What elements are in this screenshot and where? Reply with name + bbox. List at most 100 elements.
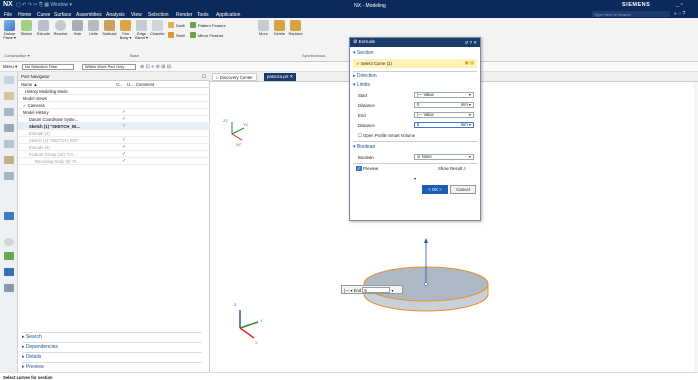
analysis-icon[interactable] [4, 268, 14, 276]
replace-face-button[interactable]: Replace [288, 20, 303, 36]
hole-button[interactable]: Hole [70, 20, 85, 36]
more-options-chevron[interactable]: ▾ [414, 176, 416, 181]
tab-application[interactable]: Application [216, 12, 240, 18]
boolean-group-header[interactable]: ▾ Boolean [353, 144, 375, 150]
more-button[interactable]: More [256, 20, 271, 36]
assembly-navigator-icon[interactable] [4, 92, 14, 100]
tree-node[interactable]: Model History ✓ [18, 109, 210, 116]
tab-view[interactable]: View [131, 12, 142, 18]
direction-group-header[interactable]: ▸ Direction [353, 73, 377, 79]
tab-tools[interactable]: Tools [197, 12, 209, 18]
group-base: Base [130, 53, 140, 58]
column-name[interactable]: Name ▲ [21, 82, 37, 87]
tree-node[interactable]: Sketch (1) "SKETCH_00... ✓ [18, 123, 210, 130]
section-details[interactable]: ▸ Details [22, 352, 202, 361]
show-result-button[interactable]: Show Result ⌕ [438, 166, 466, 171]
tree-node[interactable]: Extrude (4) ✓ [18, 144, 210, 151]
preview-checkbox[interactable]: ✓ Preview [356, 166, 378, 172]
subtract-button[interactable]: Subtract [102, 20, 117, 36]
select-curve-row[interactable]: ✓ Select Curve (1) ▣ ▤ [353, 59, 477, 68]
tab-assemblies[interactable]: Assemblies [76, 12, 102, 18]
datum-plane-button[interactable]: Datum Plane ▾ [2, 20, 17, 40]
x-axis-label: X [255, 340, 258, 345]
command-search-input[interactable]: Type Here to Search [592, 11, 670, 17]
draft-button[interactable]: Draft [168, 22, 185, 28]
section-search[interactable]: ▸ Search [22, 332, 202, 341]
trim-body-button[interactable]: Trim Body ▾ [118, 20, 133, 40]
process-studio-icon[interactable] [4, 252, 14, 260]
onscreen-end-type[interactable]: |— ▾ [344, 288, 353, 293]
menu-button[interactable]: Menu ▾ [3, 64, 17, 70]
dialog-titlebar[interactable]: ⚙ Extrude ↺ ? ✕ [350, 38, 480, 47]
group-construction[interactable]: Construction ▾ [4, 53, 30, 58]
tree-node[interactable]: Datum Coordinate Syste... ✓ [18, 116, 210, 123]
tab-discovery-center[interactable]: ⌂ Discovery Center [212, 73, 257, 81]
section-group-header[interactable]: ▾ Section [353, 50, 374, 56]
tab-curve[interactable]: Curve [37, 12, 50, 18]
column-comment[interactable]: Comment [136, 82, 154, 87]
limits-group-header[interactable]: ▾ Limits [353, 82, 370, 88]
column-current[interactable]: C... [116, 82, 123, 87]
mirror-feature-button[interactable]: Mirror Feature [190, 32, 223, 38]
datum-plane-icon [4, 20, 15, 31]
tree-node[interactable]: History Modeling Mode [18, 88, 210, 95]
start-distance-input[interactable]: 0 mm ▾ [414, 102, 474, 108]
shell-button[interactable]: Shell [168, 32, 185, 38]
tree-node[interactable]: Revolving Body (8) "R... ✓ [18, 158, 210, 165]
tab-render[interactable]: Render [176, 12, 192, 18]
start-dropdown[interactable]: |— Value ▾ [414, 92, 474, 98]
tree-node[interactable]: Sketch (3) "SKETCH_001" ✓ [18, 137, 210, 144]
tab-analysis[interactable]: Analysis [106, 12, 125, 18]
tree-node[interactable]: ✓ Cameras [18, 102, 210, 109]
section-preview[interactable]: ▸ Preview [22, 362, 202, 371]
onscreen-end-value[interactable]: 5 [362, 287, 391, 293]
tree-node-label: Revolving Body (8) "R... [35, 159, 80, 164]
open-profile-checkbox[interactable]: ☐ Open Profile Smart Volume [358, 133, 415, 139]
roles-icon[interactable] [4, 156, 14, 164]
reuse-library-icon[interactable] [4, 124, 14, 132]
constraint-navigator-icon[interactable] [4, 108, 14, 116]
selection-scope-dropdown[interactable]: Within Work Part Only [82, 63, 136, 70]
system-materials-icon[interactable] [4, 172, 14, 180]
tab-part-file[interactable]: patsoza.prt ✕ [264, 73, 297, 81]
delete-face-button[interactable]: Delete [272, 20, 287, 36]
web-browser-icon[interactable] [4, 212, 14, 220]
tree-node[interactable]: Extrude (2) [18, 130, 210, 137]
unite-button[interactable]: Unite [86, 20, 101, 36]
palette-icon[interactable] [4, 284, 14, 292]
part-navigator-tab-icon[interactable] [4, 76, 14, 84]
sketch-section-icon[interactable]: ▣ ▤ [465, 60, 474, 66]
tree-node-label: Sketch (3) "SKETCH_001" [29, 138, 79, 143]
tree-node[interactable]: Model Views [18, 95, 210, 102]
dialog-controls[interactable]: ↺ ? ✕ [464, 40, 477, 46]
tab-selection[interactable]: Selection [148, 12, 169, 18]
edge-blend-button[interactable]: Edge Blend ▾ [134, 20, 149, 40]
selection-filter-dropdown[interactable]: No Selection Filter [22, 63, 74, 70]
sketch-button[interactable]: Sketch [19, 20, 34, 36]
boolean-dropdown[interactable]: ⊘ None ▾ [414, 154, 474, 160]
tree-node[interactable]: Feature Group (10) "CA... ✓ [18, 151, 210, 158]
ok-button[interactable]: < OK > [422, 185, 448, 194]
help-icon[interactable]: ⌕ ◌ ? [674, 11, 685, 17]
clock-icon[interactable] [4, 238, 14, 246]
pattern-feature-button[interactable]: Pattern Feature [190, 22, 226, 28]
right-toolbar[interactable] [694, 82, 698, 372]
cancel-button[interactable]: Cancel [450, 185, 476, 194]
end-dropdown[interactable]: |— Value ▾ [414, 112, 474, 118]
tab-surface[interactable]: Surface [54, 12, 71, 18]
end-distance-input[interactable]: 5 mm ▾ [414, 122, 474, 128]
snap-toolbar[interactable]: ⊕ ⊡ ⋄ ⊘ ⊞ ⊟ [140, 64, 171, 70]
onscreen-end-input[interactable]: |— ▾ End 5 ▾ [341, 285, 403, 294]
extrude-button[interactable]: Extrude [36, 20, 51, 36]
quick-access-toolbar[interactable]: ▢ ↶ ↷ ✂ ⎘ ▦ Window ▾ [16, 2, 72, 8]
maximize-icon[interactable]: ☐ [202, 74, 206, 80]
tab-file[interactable]: File [4, 12, 12, 18]
extrude-preview-disk[interactable] [363, 238, 489, 312]
window-controls[interactable]: _ ▫ [676, 2, 683, 8]
chamfer-button[interactable]: Chamfer [150, 20, 165, 36]
window-menu[interactable]: Window ▾ [50, 2, 72, 8]
history-icon[interactable] [4, 140, 14, 148]
column-uptodate[interactable]: U... [127, 82, 134, 87]
revolve-button[interactable]: Revolve [53, 20, 68, 36]
section-dependencies[interactable]: ▸ Dependencies [22, 342, 202, 351]
